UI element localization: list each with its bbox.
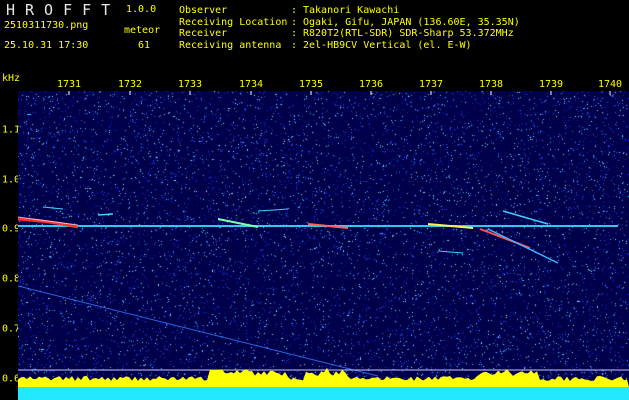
info-value: Takanori Kawachi [303,5,400,16]
meteor-echo [42,206,64,210]
meteor-count: 61 [138,40,151,51]
spectrogram-overlay [18,91,629,400]
x-tick: 1734 [238,79,264,90]
info-key: Receiving antenna [179,39,282,51]
info-colon: : [291,16,298,28]
info-key: Receiver [179,28,228,39]
x-tick: 1732 [117,79,143,90]
meteor-echo [257,208,289,212]
x-tick: 1737 [418,79,444,90]
info-receiver: Receiver: R820T2(RTL-SDR) SDR-Sharp 53.37… [179,28,520,40]
x-tick: 1738 [478,79,504,90]
app-version: 1.0.0 [126,4,157,15]
meteor-label: meteor [124,25,161,36]
meteor-echo [437,250,464,254]
info-location: Receiving Location: Ogaki, Gifu, JAPAN (1… [179,17,520,29]
info-antenna: Receiving antenna:2el-HB9CV Vertical (el… [179,40,520,52]
info-key: Receiving Location [179,16,288,28]
meteor-echo [502,210,549,225]
x-tick: 1739 [538,79,564,90]
x-tick: 1733 [177,79,203,90]
file-name: 2510311730.png [4,20,89,31]
meteor-echo [487,228,559,264]
timestamp: 25.10.31 17:30 [4,40,89,51]
app-title: HROFFT [6,1,121,19]
info-observer: Observer: Takanori Kawachi [179,5,520,17]
meteor-echo [18,285,379,377]
level-baseline [18,387,629,400]
info-colon: : [291,5,298,16]
info-colon: : [291,39,298,51]
header-panel: HROFFT 1.0.0 2510311730.png 25.10.31 17:… [0,0,629,60]
x-tick: 1736 [358,79,384,90]
info-value: Ogaki, Gifu, JAPAN (136.60E, 35.35N) [303,16,520,28]
x-tick: 1740 [597,79,623,90]
x-tick: 1735 [298,79,324,90]
info-value: R820T2(RTL-SDR) SDR-Sharp 53.372MHz [303,28,514,39]
station-info: Observer: Takanori Kawachi Receiving Loca… [179,5,520,51]
x-tick: 1731 [56,79,82,90]
info-key: Observer [179,5,228,16]
info-colon: : [291,28,298,39]
meteor-echo [97,213,114,216]
info-value: 2el-HB9CV Vertical (el. E-W) [303,39,472,51]
signal-level-fill [18,367,629,387]
spectrogram-plot [18,91,629,400]
